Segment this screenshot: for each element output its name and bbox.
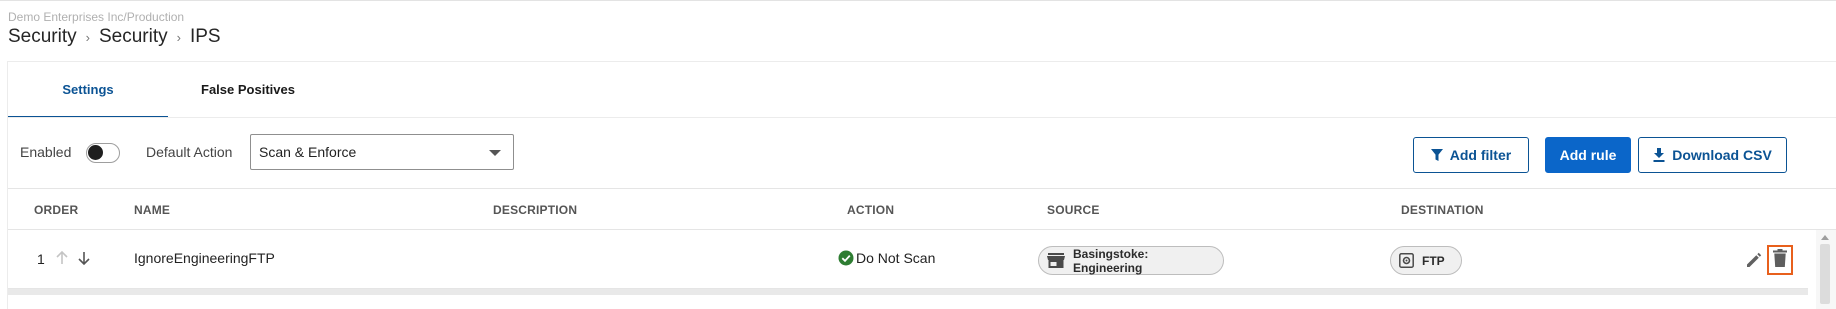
column-header-action[interactable]: ACTION (847, 203, 894, 217)
org-path: Demo Enterprises Inc/Production (8, 10, 185, 24)
breadcrumb-separator: › (85, 30, 90, 45)
arrow-up-icon[interactable] (54, 250, 70, 266)
service-gear-icon (1399, 253, 1414, 268)
download-csv-label: Download CSV (1672, 147, 1772, 163)
filter-icon (1430, 148, 1443, 162)
default-action-select[interactable]: Scan & Enforce (250, 134, 514, 170)
default-action-label: Default Action (146, 144, 233, 160)
default-action-value: Scan & Enforce (259, 144, 357, 160)
tab-bar: Settings False Positives (8, 62, 328, 118)
check-circle-icon (838, 250, 854, 266)
column-header-destination[interactable]: DESTINATION (1401, 203, 1484, 217)
add-filter-button[interactable]: Add filter (1413, 137, 1529, 173)
ips-card: Settings False Positives Enabled Default… (7, 61, 1836, 309)
pencil-icon[interactable] (1744, 250, 1764, 270)
row-action: Do Not Scan (838, 250, 935, 266)
scroll-up-icon[interactable] (1821, 235, 1829, 240)
scrollbar-thumb[interactable] (1820, 244, 1830, 304)
column-header-name[interactable]: NAME (134, 203, 170, 217)
table-header: ORDER NAME DESCRIPTION ACTION SOURCE DES… (8, 189, 1836, 229)
tabs-divider (8, 117, 1836, 118)
add-rule-button[interactable]: Add rule (1545, 137, 1631, 173)
delete-button[interactable] (1767, 245, 1793, 275)
caret-down-icon (489, 150, 501, 156)
row-order: 1 (37, 251, 45, 267)
rules-table: ORDER NAME DESCRIPTION ACTION SOURCE DES… (8, 188, 1836, 309)
column-header-order[interactable]: ORDER (34, 203, 78, 217)
breadcrumb-item-1[interactable]: Security (8, 26, 77, 48)
source-chip-label: Basingstoke: Engineering (1073, 246, 1149, 275)
row-name: IgnoreEngineeringFTP (134, 250, 275, 266)
vertical-scrollbar[interactable] (1816, 230, 1836, 309)
enabled-label: Enabled (20, 144, 72, 160)
horizontal-scrollbar[interactable] (8, 289, 1808, 295)
table-row[interactable]: 1 IgnoreEngineeringFTP Do Not Scan Basin… (8, 230, 1808, 288)
row-action-label: Do Not Scan (856, 250, 936, 266)
trash-icon (1773, 248, 1787, 272)
download-csv-button[interactable]: Download CSV (1638, 137, 1787, 173)
source-chip[interactable]: Basingstoke: Engineering (1038, 246, 1224, 275)
download-icon (1653, 148, 1665, 162)
toggle-knob (88, 145, 103, 160)
enabled-toggle[interactable] (86, 143, 120, 163)
arrow-down-icon[interactable] (76, 250, 92, 266)
destination-chip[interactable]: FTP (1390, 246, 1462, 275)
breadcrumb-item-3: IPS (189, 26, 221, 47)
breadcrumb-separator: › (176, 30, 181, 45)
top-divider (0, 0, 1836, 1)
page-header: Demo Enterprises Inc/Production Security… (8, 10, 221, 48)
add-rule-label: Add rule (1559, 147, 1617, 163)
breadcrumb: Security › Security › IPS (8, 26, 221, 48)
column-header-description[interactable]: DESCRIPTION (493, 203, 577, 217)
column-header-source[interactable]: SOURCE (1047, 203, 1100, 217)
destination-chip-label: FTP (1422, 253, 1445, 268)
tab-false-positives[interactable]: False Positives (168, 62, 328, 117)
add-filter-label: Add filter (1449, 147, 1512, 163)
toolbar: Enabled Default Action Scan & Enforce Ad… (8, 134, 1836, 173)
store-icon (1047, 253, 1065, 268)
breadcrumb-item-2[interactable]: Security (99, 26, 168, 48)
tab-settings[interactable]: Settings (8, 62, 168, 118)
